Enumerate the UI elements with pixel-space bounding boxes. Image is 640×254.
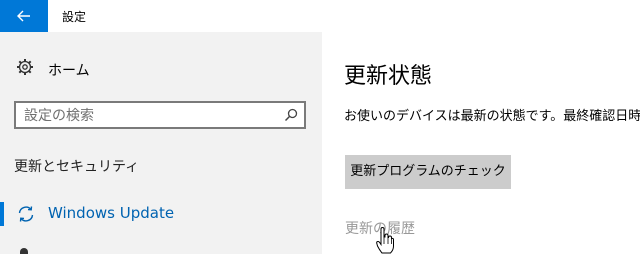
selection-indicator xyxy=(0,202,4,226)
update-status-text: お使いのデバイスは最新の状態です。最終確認日時 xyxy=(344,109,640,124)
sidebar-item-home-label[interactable]: ホーム xyxy=(48,60,90,80)
sync-icon xyxy=(18,206,34,222)
back-arrow-icon xyxy=(17,10,30,22)
check-for-updates-button[interactable]: 更新プログラムのチェック xyxy=(345,155,511,189)
app-title: 設定 xyxy=(62,10,87,24)
sidebar-item-label[interactable]: Windows Update xyxy=(48,204,174,222)
partial-nav-icon[interactable] xyxy=(20,248,28,254)
title-bar: 設定 xyxy=(0,0,640,32)
hand-cursor-icon xyxy=(376,227,394,254)
search-icon[interactable] xyxy=(284,108,298,122)
search-input[interactable] xyxy=(24,106,274,126)
back-button[interactable] xyxy=(0,0,48,32)
gear-icon xyxy=(17,59,33,75)
page-title: 更新状態 xyxy=(344,64,433,89)
search-box[interactable] xyxy=(14,101,306,129)
section-heading: 更新とセキュリティ xyxy=(14,159,140,175)
